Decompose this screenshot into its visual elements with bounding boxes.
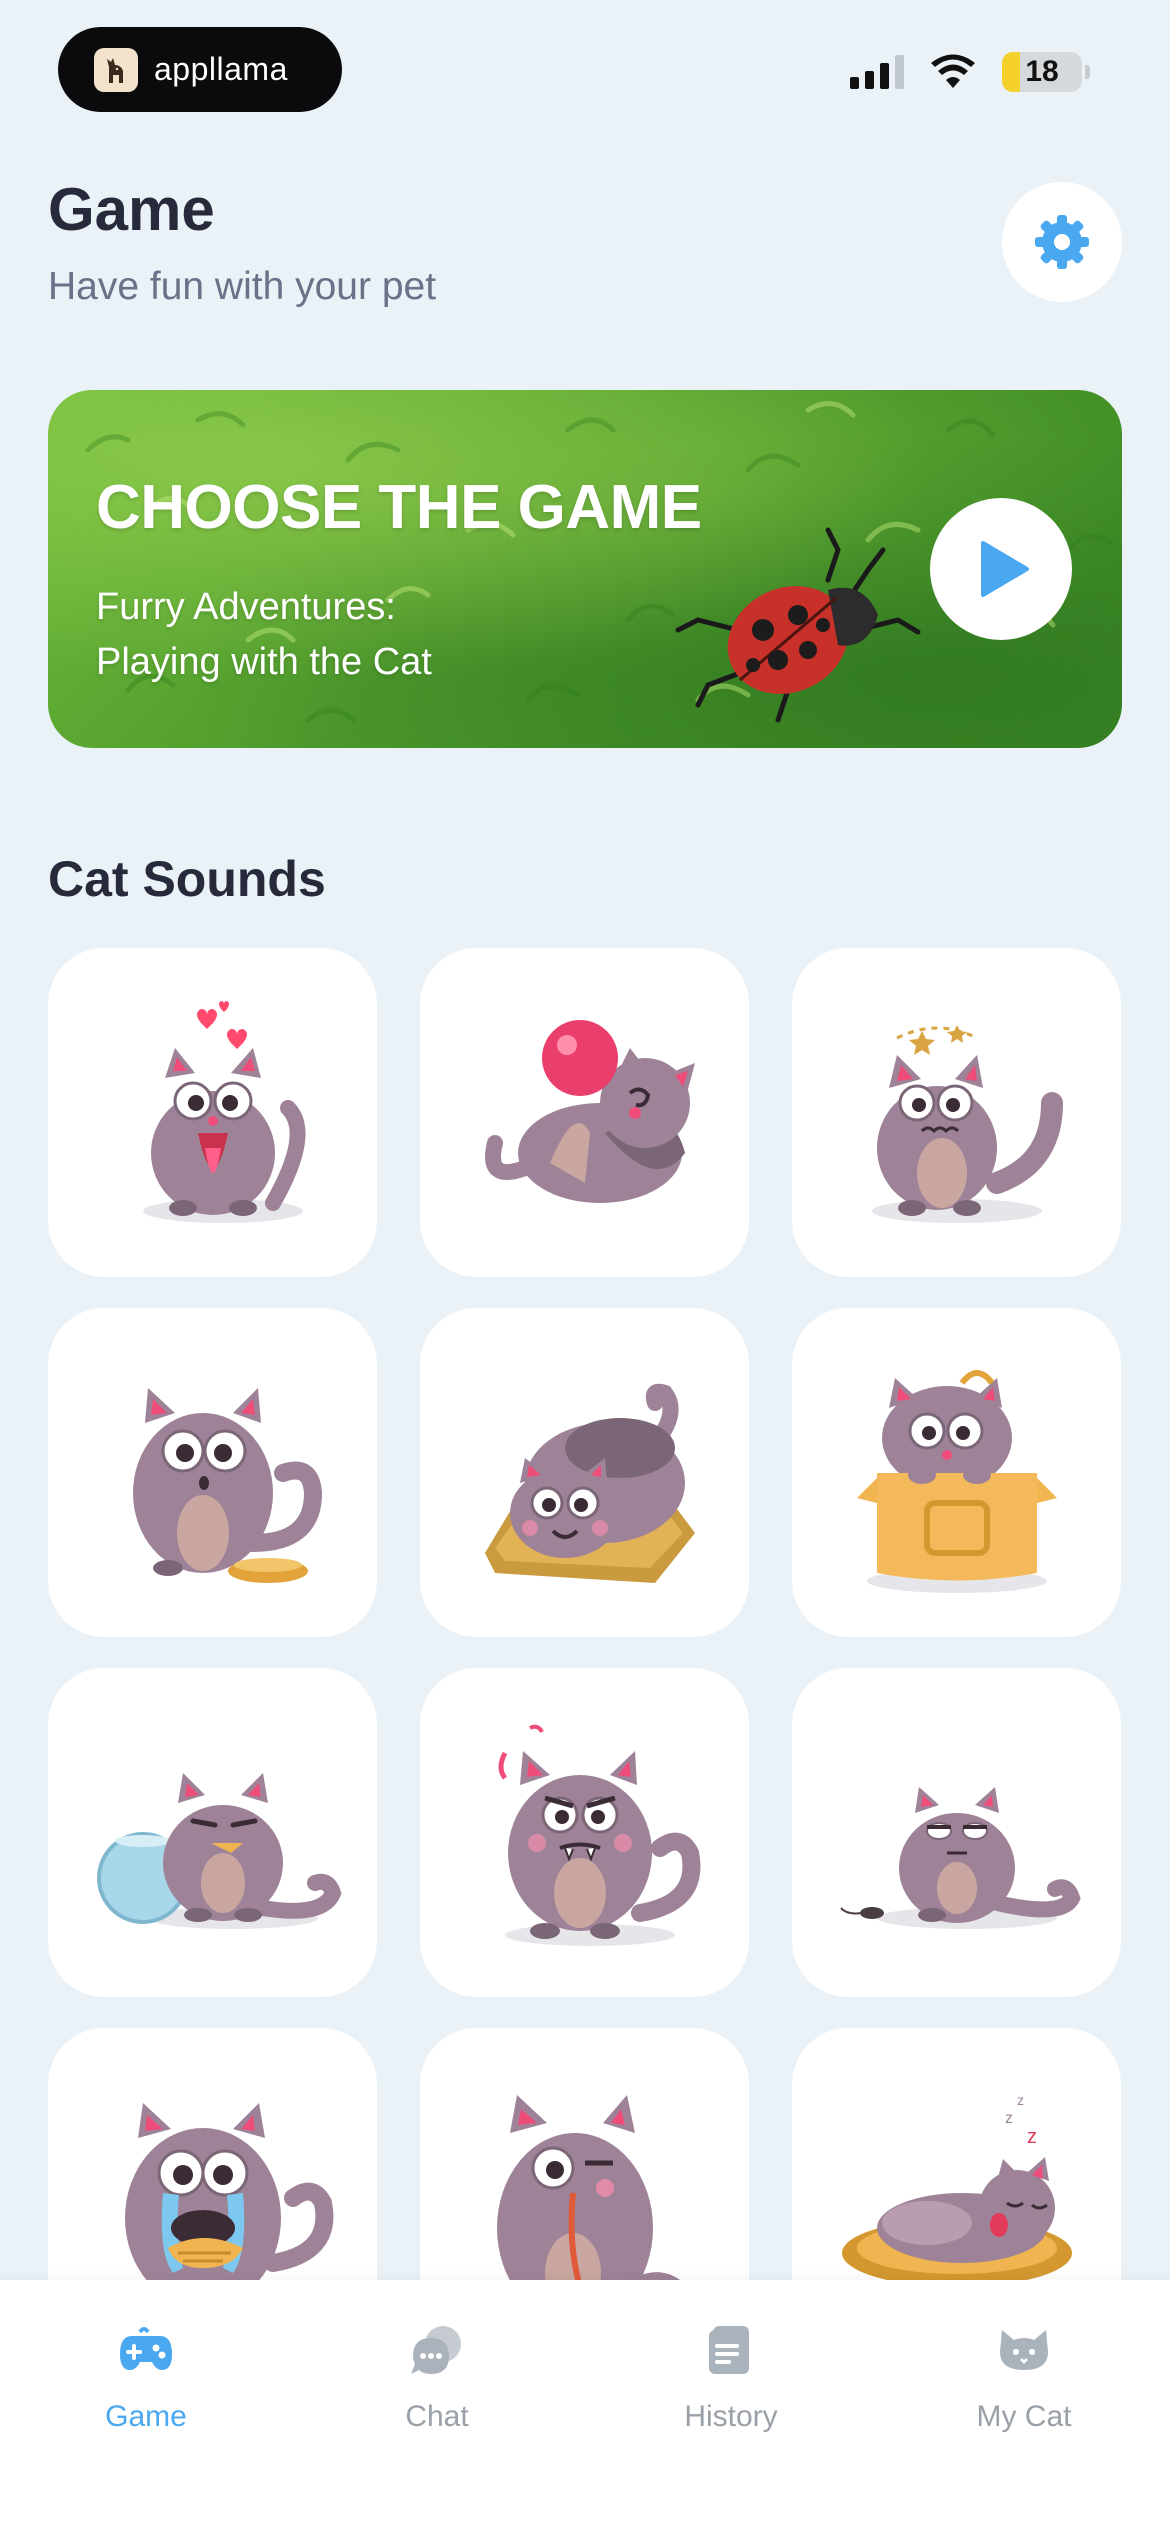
banner-title: CHOOSE THE GAME [96,473,702,542]
tab-chat[interactable]: Chat [337,2318,537,2434]
gear-icon [1035,215,1089,269]
section-title: Cat Sounds [48,851,326,907]
cat-bowl-illustration [132,1387,322,1583]
cat-love-illustration [142,1000,306,1223]
settings-button[interactable] [1002,182,1122,302]
tab-label-game: Game [105,2400,187,2433]
cat-dizzy-illustration [871,1024,1063,1223]
cat-sound-card-bowl[interactable] [48,1308,377,1637]
svg-text:z: z [1027,2126,1037,2148]
cat-sound-card-fishbowl[interactable] [48,1668,377,1997]
play-icon [981,541,1029,597]
llama-logo-icon [94,47,138,92]
tab-game[interactable]: Game [46,2318,246,2434]
tab-history[interactable]: History [631,2318,831,2434]
gamepad-icon [114,2318,178,2382]
tab-label-chat: Chat [405,2400,469,2433]
cat-face-icon [992,2318,1056,2382]
page-subtitle: Have fun with your pet [48,265,437,308]
tab-label-history: History [684,2400,778,2433]
cat-pillow-illustration [484,1383,695,1583]
cat-fishbowl-illustration [96,1772,342,1929]
cat-box-illustration [856,1369,1057,1593]
battery-level: 18 [1025,55,1059,88]
cat-sounds-grid: z z z [48,948,1122,2357]
chat-bubbles-icon [405,2318,469,2382]
choose-game-banner[interactable]: CHOOSE THE GAME Furry Adventures: Playin… [48,390,1122,748]
banner-subtitle: Furry Adventures: Playing with the Cat [96,586,432,683]
brand-badge: appllama [58,27,342,112]
svg-text:z: z [1005,2110,1013,2127]
document-icon [699,2318,763,2382]
cellular-signal-icon [850,55,904,89]
status-bar: appllama 18 [0,0,1170,130]
play-button[interactable] [930,498,1072,640]
cat-sound-card-box[interactable] [792,1308,1121,1637]
cat-sound-card-mouse[interactable] [792,1668,1121,1997]
battery-indicator: 18 [1002,52,1082,92]
tab-label-my-cat: My Cat [976,2400,1072,2433]
cat-sound-card-pillow[interactable] [420,1308,749,1637]
wifi-icon [931,54,975,88]
cat-angry-illustration [498,1724,700,1946]
page-title: Game [48,176,215,243]
cat-ball-illustration [484,1019,695,1203]
ladybug-illustration [675,527,921,723]
svg-text:z: z [1017,2092,1024,2108]
cat-sound-card-dizzy[interactable] [792,948,1121,1277]
cat-sound-card-love[interactable] [48,948,377,1277]
tab-my-cat[interactable]: My Cat [924,2318,1124,2434]
cat-mouse-illustration [839,1786,1081,1929]
cat-sound-card-angry[interactable] [420,1668,749,1997]
bottom-tab-bar: Game Chat History My Cat [0,2280,1170,2532]
cat-sound-card-ball[interactable] [420,948,749,1277]
brand-name: appllama [154,51,288,87]
